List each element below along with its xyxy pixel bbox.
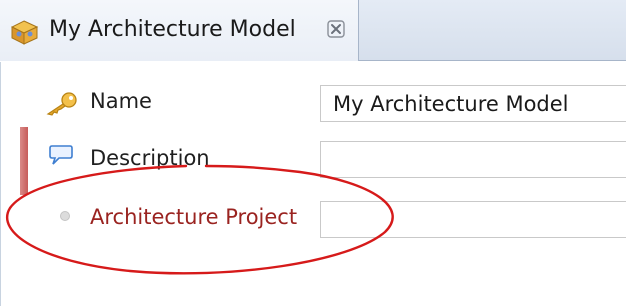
close-icon[interactable] bbox=[327, 20, 345, 38]
model-package-icon bbox=[11, 20, 38, 45]
description-label: Description bbox=[90, 146, 210, 170]
key-icon bbox=[46, 92, 77, 116]
name-field[interactable] bbox=[320, 85, 626, 122]
tab-my-architecture-model[interactable]: My Architecture Model bbox=[0, 0, 359, 61]
editor-window: My Architecture Model Name Description A… bbox=[0, 0, 626, 306]
architecture-project-field[interactable] bbox=[320, 201, 626, 238]
dot-icon bbox=[60, 211, 70, 221]
speech-bubble-icon bbox=[49, 145, 73, 165]
tab-title: My Architecture Model bbox=[49, 17, 296, 42]
properties-form: Name Description Architecture Project bbox=[0, 62, 626, 306]
editor-tab-strip: My Architecture Model bbox=[0, 0, 626, 61]
architecture-project-label: Architecture Project bbox=[90, 205, 298, 229]
required-field-marker bbox=[20, 127, 28, 195]
name-label: Name bbox=[90, 89, 152, 113]
description-field[interactable] bbox=[320, 141, 626, 178]
